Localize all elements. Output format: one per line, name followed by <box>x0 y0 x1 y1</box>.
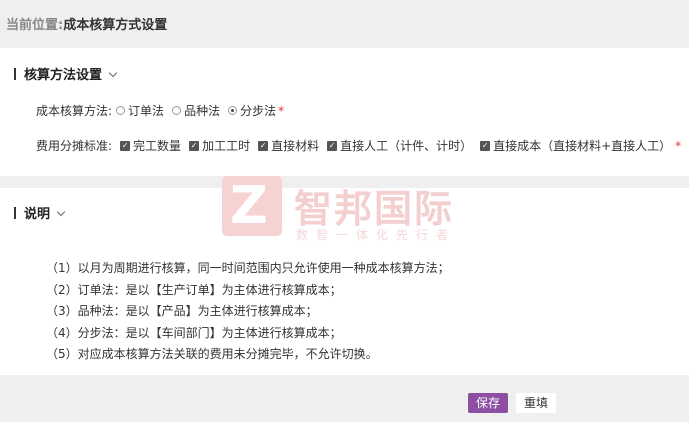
reset-button[interactable]: 重填 <box>516 393 556 413</box>
note-item: （1）以月为周期进行核算，同一时间范围内只允许使用一种成本核算方法； <box>46 261 450 275</box>
checkbox-label: 直接人工（计件、计时） <box>340 139 473 153</box>
cost-method-row: 成本核算方法: 订单法 品种法 分步法 * <box>36 102 284 119</box>
checkbox-label: 加工工时 <box>202 139 251 153</box>
radio-label: 订单法 <box>128 104 165 118</box>
section-header-method[interactable]: 核算方法设置 <box>14 64 118 83</box>
required-mark: * <box>675 138 682 153</box>
watermark-slogan: 数智一体化先行者 <box>296 228 457 242</box>
watermark-logo-icon: Z <box>222 176 282 236</box>
radio-step-method[interactable]: 分步法 <box>228 102 276 119</box>
checkbox-checked-icon[interactable]: ✓ <box>480 140 491 151</box>
watermark-logo-letter: Z <box>230 176 268 236</box>
chevron-down-icon[interactable] <box>56 207 66 217</box>
breadcrumb-current: 成本核算方式设置 <box>63 18 168 33</box>
note-item: （5）对应成本核算方法关联的费用未分摊完毕，不允许切换。 <box>46 347 378 361</box>
checkbox-direct-material[interactable]: ✓ 直接材料 <box>258 137 319 154</box>
top-bar: 当前位置:成本核算方式设置 <box>0 0 689 44</box>
save-button[interactable]: 保存 <box>468 393 508 413</box>
allocation-label: 费用分摊标准: <box>36 139 113 153</box>
section-marker <box>14 207 16 219</box>
checkbox-label: 完工数量 <box>133 139 182 153</box>
note-item: （4）分步法：是以【车间部门】为主体进行核算成本； <box>46 325 342 340</box>
allocation-row: 费用分摊标准: ✓ 完工数量 ✓ 加工工时 ✓ 直接材料 ✓ 直接人工（计件、计时） ✓… <box>36 137 681 154</box>
radio-selected-icon[interactable] <box>228 106 238 115</box>
radio-icon[interactable] <box>116 106 126 115</box>
checkbox-completed-qty[interactable]: ✓ 完工数量 <box>120 137 181 154</box>
note-item: （2）订单法：是以【生产订单】为主体进行核算成本； <box>46 282 342 297</box>
section-marker <box>14 68 16 80</box>
checkbox-direct-labor[interactable]: ✓ 直接人工（计件、计时） <box>327 137 472 154</box>
breadcrumb: 当前位置:成本核算方式设置 <box>6 14 167 33</box>
checkbox-label: 直接材料 <box>271 139 320 153</box>
required-mark: * <box>278 103 285 118</box>
notes-list: （1）以月为周期进行核算，同一时间范围内只允许使用一种成本核算方法； （2）订单… <box>46 258 450 366</box>
checkbox-processing-hours[interactable]: ✓ 加工工时 <box>189 137 250 154</box>
breadcrumb-label: 当前位置: <box>6 18 64 33</box>
method-settings-panel: 核算方法设置 成本核算方法: 订单法 品种法 分步法 * 费用分摊标准: ✓ 完工… <box>0 48 689 176</box>
radio-icon[interactable] <box>172 106 182 115</box>
chevron-down-icon[interactable] <box>108 68 118 78</box>
section-title: 说明 <box>24 207 51 222</box>
section-title: 核算方法设置 <box>24 68 103 83</box>
watermark-name: 智邦国际 <box>294 187 455 231</box>
radio-label: 品种法 <box>184 104 221 118</box>
radio-label: 分步法 <box>240 104 277 118</box>
radio-variety-method[interactable]: 品种法 <box>172 102 220 119</box>
note-item: （3）品种法：是以【产品】为主体进行核算成本； <box>46 304 318 318</box>
cost-method-label: 成本核算方法: <box>36 104 113 118</box>
checkbox-checked-icon[interactable]: ✓ <box>258 140 269 151</box>
section-header-description[interactable]: 说明 <box>14 203 66 222</box>
radio-order-method[interactable]: 订单法 <box>116 102 164 119</box>
checkbox-checked-icon[interactable]: ✓ <box>327 140 338 151</box>
checkbox-checked-icon[interactable]: ✓ <box>120 140 131 151</box>
checkbox-label: 直接成本（直接材料+直接人工） <box>493 139 672 153</box>
checkbox-direct-cost[interactable]: ✓ 直接成本（直接材料+直接人工） <box>480 137 671 154</box>
checkbox-checked-icon[interactable]: ✓ <box>189 140 200 151</box>
